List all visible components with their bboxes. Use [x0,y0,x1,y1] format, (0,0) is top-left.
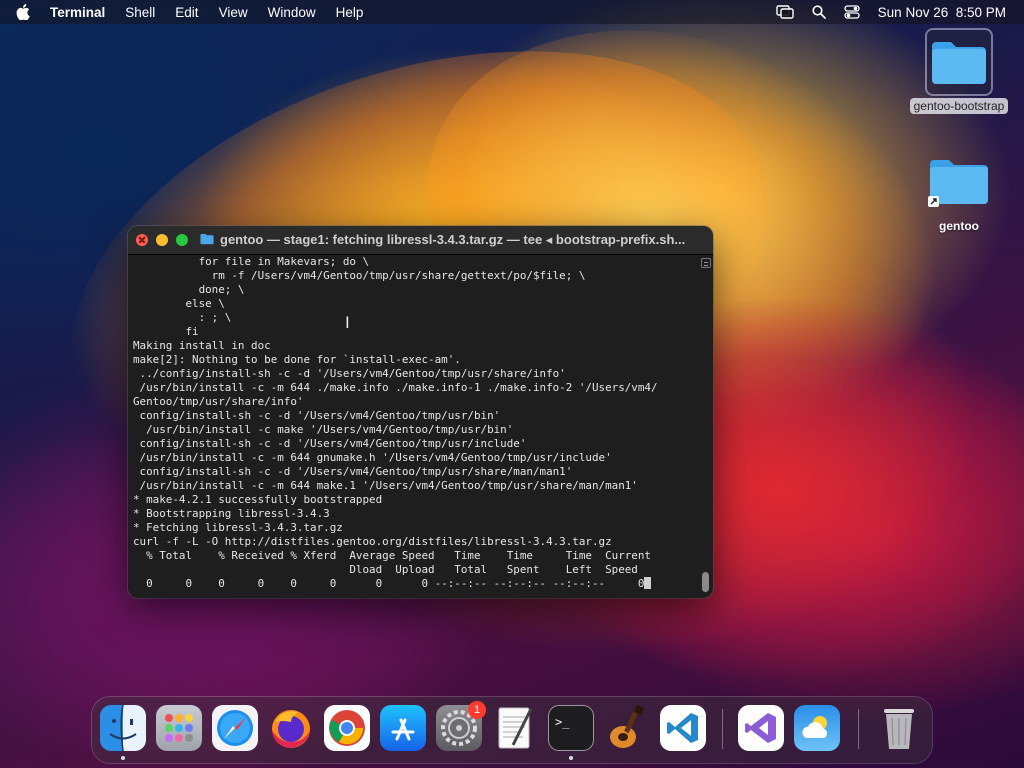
dock-garageband-icon[interactable] [604,705,650,751]
terminal-line: for file in Makevars; do \ [133,255,370,268]
dock-separator [722,709,723,749]
dock-weather-icon[interactable] [794,705,840,751]
terminal-text[interactable]: for file in Makevars; do \ rm -f /Users/… [133,255,707,591]
terminal-window[interactable]: gentoo — stage1: fetching libressl-3.4.3… [128,226,713,598]
terminal-line: % Total % Received % Xferd Average Speed… [133,549,651,562]
terminal-line: config/install-sh -c -d '/Users/vm4/Gent… [133,465,573,478]
terminal-line: : ; \ [133,311,232,324]
terminal-line: /usr/bin/install -c -m 644 ./make.info .… [133,381,658,394]
menu-app-name[interactable]: Terminal [50,5,105,20]
terminal-output[interactable]: for file in Makevars; do \ rm -f /Users/… [128,255,713,598]
terminal-line: make[2]: Nothing to be done for `install… [133,353,461,366]
terminal-line: else \ [133,297,225,310]
terminal-line: * make-4.2.1 successfully bootstrapped [133,493,383,506]
desktop-icon-label: gentoo [939,219,979,233]
scrollbar-cap[interactable] [701,258,711,268]
dock-vscode-icon[interactable] [660,705,706,751]
terminal-line: Gentoo/tmp/usr/share/info' [133,395,304,408]
terminal-line: config/install-sh -c -d '/Users/vm4/Gent… [133,437,527,450]
terminal-line: Making install in doc [133,339,271,352]
desktop-folder-gentoo[interactable]: gentoo [904,150,1014,234]
terminal-line: * Fetching libressl-3.4.3.tar.gz [133,521,343,534]
screen-mirroring-icon[interactable] [775,5,794,19]
zoom-button[interactable] [176,234,188,246]
dock-app-store-icon[interactable] [380,705,426,751]
terminal-cursor [644,577,652,589]
dock-firefox-icon[interactable] [268,705,314,751]
dock-terminal-icon[interactable]: >_ [548,705,594,751]
menu-edit[interactable]: Edit [175,5,198,20]
folder-icon [925,28,993,96]
running-indicator [121,756,125,760]
dock: 1 >_ [92,697,932,763]
menu-bar: Terminal Shell Edit View Window Help Sun… [0,0,1024,24]
menu-window[interactable]: Window [268,5,316,20]
terminal-line: /usr/bin/install -c -m 644 make.1 '/User… [133,479,638,492]
terminal-line: curl -f -L -O http://distfiles.gentoo.or… [133,535,612,548]
scrollbar-thumb[interactable] [702,572,709,592]
control-center-icon[interactable] [844,5,860,19]
window-title-text: gentoo — stage1: fetching libressl-3.4.3… [220,232,686,247]
apple-menu-icon[interactable] [16,4,36,20]
terminal-line: config/install-sh -c -d '/Users/vm4/Gent… [133,409,501,422]
dock-textedit-icon[interactable] [492,705,538,751]
folder-icon [200,233,214,248]
svg-text:>_: >_ [555,715,570,729]
dock-visual-studio-icon[interactable] [738,705,784,751]
spotlight-search-icon[interactable] [812,5,826,19]
dock-trash-icon[interactable] [876,705,922,751]
dock-finder-icon[interactable] [100,705,146,751]
menu-clock[interactable]: Sun Nov 26 8:50 PM [878,5,1006,20]
terminal-line: fi [133,325,199,338]
dock-safari-icon[interactable] [212,705,258,751]
dock-chrome-icon[interactable] [324,705,370,751]
terminal-line: Dload Upload Total Spent Left Speed [133,563,638,576]
dock-launchpad-icon[interactable] [156,705,202,751]
menu-help[interactable]: Help [336,5,364,20]
menu-view[interactable]: View [219,5,248,20]
menu-shell[interactable]: Shell [125,5,155,20]
ibeam-cursor-icon: Ⅰ [345,313,350,332]
notification-badge: 1 [468,701,486,719]
running-indicator [569,756,573,760]
terminal-line: done; \ [133,283,245,296]
desktop-folder-gentoo-bootstrap[interactable]: gentoo-bootstrap [904,28,1014,114]
window-title: gentoo — stage1: fetching libressl-3.4.3… [200,232,685,248]
terminal-line: /usr/bin/install -c -m 644 gnumake.h '/U… [133,451,612,464]
dock-separator [858,709,859,749]
folder-alias-icon [927,150,991,214]
terminal-line: ../config/install-sh -c -d '/Users/vm4/G… [133,367,566,380]
terminal-line: 0 0 0 0 0 0 0 0 --:--:-- --:--:-- --:--:… [133,577,645,590]
terminal-line: /usr/bin/install -c make '/Users/vm4/Gen… [133,423,514,436]
close-button[interactable] [136,234,148,246]
dock-system-preferences-icon[interactable]: 1 [436,701,486,751]
minimize-button[interactable] [156,234,168,246]
terminal-line: rm -f /Users/vm4/Gentoo/tmp/usr/share/ge… [133,269,586,282]
terminal-line: * Bootstrapping libressl-3.4.3 [133,507,330,520]
terminal-titlebar[interactable]: gentoo — stage1: fetching libressl-3.4.3… [128,226,713,255]
terminal-scrollbar[interactable] [701,258,711,592]
desktop-icon-label: gentoo-bootstrap [909,98,1009,114]
